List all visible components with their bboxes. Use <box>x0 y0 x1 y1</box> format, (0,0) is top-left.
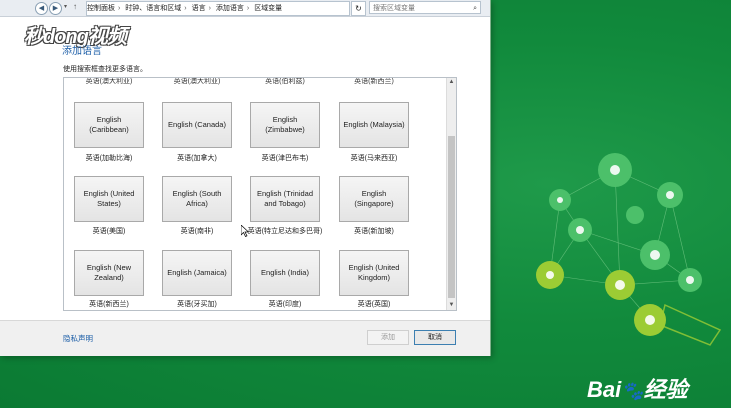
language-tile[interactable]: English (Zimbabwe) <box>250 102 320 148</box>
tile-label: 英语(津巴布韦) <box>261 155 309 162</box>
tile-label: 英语(加勒比海) <box>85 155 133 162</box>
scroll-down-icon[interactable]: ▼ <box>447 301 456 310</box>
tile-label: 英语(南非) <box>180 228 214 235</box>
dialog-footer: 隐私声明 添加 取消 <box>0 320 490 356</box>
language-grid: 英语(澳大利亚) 英语(澳大利亚) 英语(伯利兹) 英语(新西兰) Englis… <box>63 77 457 311</box>
vertical-scrollbar[interactable]: ▲ ▼ <box>446 78 456 310</box>
back-icon[interactable]: ◀ <box>35 2 48 15</box>
add-button[interactable]: 添加 <box>367 330 409 345</box>
breadcrumb[interactable]: 控制面板 › 时钟、语言和区域 › 语言 › 添加语言 › 区域变量 <box>86 1 350 16</box>
forward-icon[interactable]: ▶ <box>49 2 62 15</box>
language-tile[interactable]: English (United States) <box>74 176 144 222</box>
search-icon[interactable]: ⌕ <box>473 2 477 15</box>
add-language-window: ◀ ▶ ▾ ↑ 控制面板 › 时钟、语言和区域 › 语言 › 添加语言 › 区域变量 ↻… <box>0 0 491 356</box>
language-tile[interactable]: English (United Kingdom) <box>339 250 409 296</box>
breadcrumb-item[interactable]: 区域变量 <box>254 5 282 12</box>
language-tile[interactable]: English (Jamaica) <box>162 250 232 296</box>
recent-pages-icon[interactable]: ▾ <box>64 3 67 10</box>
tile-label: 英语(伯利兹) <box>265 78 305 85</box>
address-bar: ◀ ▶ ▾ ↑ 控制面板 › 时钟、语言和区域 › 语言 › 添加语言 › 区域变量 ↻… <box>0 0 490 17</box>
tile-label: 英语(新加坡) <box>354 228 394 235</box>
instruction-text: 使用搜索框查找更多语言。 <box>63 66 147 73</box>
refresh-icon[interactable]: ↻ <box>351 1 366 16</box>
tile-label: 英语(澳大利亚) <box>173 78 221 85</box>
tile-label: 英语(马来西亚) <box>350 155 398 162</box>
breadcrumb-item[interactable]: 语言 <box>192 5 206 12</box>
language-tile[interactable]: English (Caribbean) <box>74 102 144 148</box>
lightbulb-network-illustration <box>536 153 722 346</box>
scroll-up-icon[interactable]: ▲ <box>447 78 456 87</box>
language-tile[interactable]: English (Singapore) <box>339 176 409 222</box>
paw-icon: 🐾 <box>621 381 644 401</box>
breadcrumb-item[interactable]: 时钟、语言和区域 <box>125 5 181 12</box>
tile-label: 英语(牙买加) <box>177 301 217 308</box>
tile-label: 英语(新西兰) <box>354 78 394 85</box>
language-tile[interactable]: English (Malaysia) <box>339 102 409 148</box>
page-title: 添加语言 <box>62 46 102 57</box>
mouse-cursor-icon <box>241 225 249 237</box>
breadcrumb-item[interactable]: 控制面板 <box>87 5 115 12</box>
baidu-jingyan-watermark: Bai🐾经验 <box>587 372 688 404</box>
up-icon[interactable]: ↑ <box>73 2 77 11</box>
tile-label: 英语(特立尼达和多巴哥) <box>247 228 323 235</box>
tile-label: 英语(澳大利亚) <box>85 78 133 85</box>
tile-label: 英语(美国) <box>92 228 126 235</box>
baidu-brand-text: Bai <box>587 377 622 402</box>
baidu-suffix-text: 经验 <box>643 377 688 402</box>
language-tile[interactable]: English (Trinidad and Tobago) <box>250 176 320 222</box>
scrollbar-thumb[interactable] <box>448 136 455 298</box>
language-tile[interactable]: English (New Zealand) <box>74 250 144 296</box>
language-tile[interactable]: English (South Africa) <box>162 176 232 222</box>
tile-label: 英语(印度) <box>268 301 302 308</box>
breadcrumb-item[interactable]: 添加语言 <box>216 5 244 12</box>
privacy-link[interactable]: 隐私声明 <box>63 333 93 344</box>
search-input[interactable]: 搜索区域变量 ⌕ <box>369 1 481 14</box>
tile-label: 英语(英国) <box>357 301 391 308</box>
language-tile[interactable]: English (India) <box>250 250 320 296</box>
partial-row: 英语(澳大利亚) 英语(澳大利亚) 英语(伯利兹) 英语(新西兰) <box>64 78 444 88</box>
tile-label: 英语(加拿大) <box>177 155 217 162</box>
search-placeholder: 搜索区域变量 <box>373 5 415 12</box>
tile-label: 英语(新西兰) <box>89 301 129 308</box>
cancel-button[interactable]: 取消 <box>414 330 456 345</box>
language-tile[interactable]: English (Canada) <box>162 102 232 148</box>
